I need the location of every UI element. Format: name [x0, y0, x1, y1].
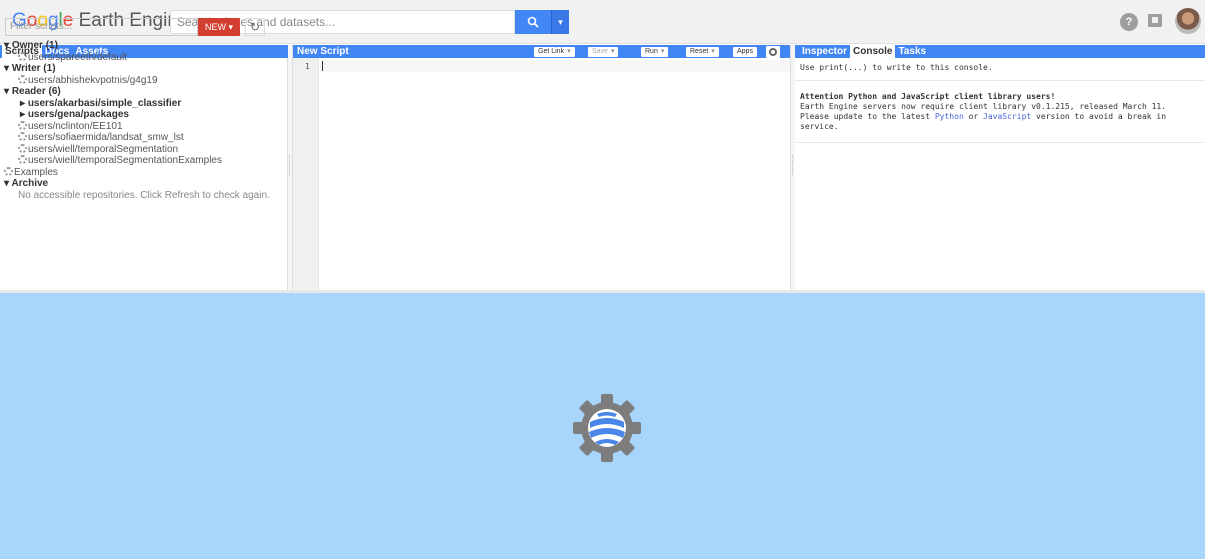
- button-label: Get Link: [538, 48, 565, 55]
- notice-line: Please update to the latest Python or Ja…: [800, 112, 1166, 122]
- button-label: Run: [645, 48, 658, 55]
- chevron-down-icon: ▾: [660, 48, 665, 55]
- tree-item[interactable]: users/wiell/temporalSegmentationExamples: [4, 155, 284, 167]
- reset-button[interactable]: Reset ▾: [686, 47, 719, 57]
- tree-item-label: users/spareeth/default: [28, 51, 127, 63]
- chevron-down-icon: ▾: [610, 48, 615, 55]
- script-title: New Script: [297, 46, 349, 57]
- notice-text: version to avoid a break in: [1031, 112, 1167, 121]
- text-cursor: [322, 61, 323, 71]
- tab-console[interactable]: Console: [850, 45, 896, 58]
- tree-item-label: users/akarbasi/simple_classifier: [27, 97, 182, 109]
- caret-right-icon: ▸: [20, 109, 28, 120]
- tree-group-examples[interactable]: Examples: [4, 166, 284, 179]
- chevron-down-icon: ▾: [567, 48, 571, 55]
- tree-item-label: users/nclinton/EE101: [28, 120, 123, 132]
- caret-right-icon: ▸: [20, 97, 28, 109]
- caret-down-icon: ▾: [4, 86, 12, 97]
- splitter-grip-icon: [792, 155, 794, 175]
- get-link-button[interactable]: Get Link ▾: [534, 47, 575, 57]
- tree-item-label: users/gena/packages: [27, 109, 129, 120]
- avatar[interactable]: [1175, 8, 1201, 34]
- notice-line: Earth Engine servers now require client …: [800, 102, 1167, 111]
- code-editor[interactable]: [293, 45, 790, 290]
- console-divider: [795, 142, 1205, 143]
- tree-group-owner[interactable]: ▾ Owner (1): [4, 40, 284, 52]
- run-button[interactable]: Run ▾: [641, 47, 669, 57]
- repo-icon: [18, 120, 27, 130]
- repo-icon: [18, 143, 27, 153]
- search-icon: [527, 16, 539, 28]
- tree-group-archive[interactable]: ▾ Archive: [4, 178, 284, 190]
- notice-line: service.: [800, 122, 839, 131]
- settings-button[interactable]: [766, 46, 780, 58]
- new-button-label: NEW: [204, 22, 226, 32]
- tree-group-label: Archive: [11, 178, 49, 189]
- repo-icon: [18, 155, 27, 164]
- tree-folder[interactable]: ▸ users/akarbasi/simple_classifier: [4, 98, 284, 110]
- tab-inspector[interactable]: Inspector: [799, 45, 850, 58]
- tree-group-label: Examples: [14, 166, 58, 178]
- notice-text: Please update to the latest: [800, 112, 935, 121]
- chevron-down-icon: ▾: [228, 22, 234, 32]
- tree-group-reader[interactable]: ▾ Reader (6): [4, 86, 284, 98]
- line-number: 1: [305, 62, 310, 71]
- chevron-down-icon: ▾: [711, 48, 715, 55]
- tree-item[interactable]: users/spareeth/default: [4, 51, 284, 64]
- tree-group-label: Reader (6): [11, 86, 61, 97]
- repo-icon: [18, 51, 27, 61]
- caret-down-icon: ▾: [4, 40, 12, 51]
- archive-message: No accessible repositories. Click Refres…: [18, 189, 270, 201]
- tree-group-label: Writer (1): [11, 63, 56, 74]
- apps-button[interactable]: Apps: [733, 47, 757, 57]
- tree-item-label: users/sofiaermida/landsat_smw_lst: [28, 132, 184, 143]
- right-panel-tabs: Inspector Console Tasks: [795, 45, 1205, 58]
- button-label: Apps: [737, 48, 753, 55]
- console-panel: [795, 45, 1205, 290]
- notice-text: or: [963, 112, 984, 121]
- tree-folder[interactable]: ▸ users/gena/packages: [4, 109, 284, 121]
- script-tree: ▾ Owner (1) users/spareeth/default ▾ Wri…: [4, 40, 284, 201]
- repo-icon: [18, 132, 27, 141]
- button-label: Save: [592, 48, 608, 55]
- help-icon[interactable]: ?: [1120, 13, 1138, 31]
- python-link[interactable]: Python: [935, 112, 964, 121]
- console-hint: Use print(...) to write to this console.: [800, 63, 993, 72]
- new-button[interactable]: NEW ▾: [198, 18, 240, 36]
- tab-tasks[interactable]: Tasks: [895, 45, 929, 58]
- filter-scripts-input[interactable]: Filter scripts...: [5, 18, 198, 36]
- repo-icon: [4, 166, 13, 176]
- line-gutter: [293, 58, 319, 290]
- javascript-link[interactable]: JavaScript: [983, 112, 1031, 121]
- button-label: Reset: [690, 48, 709, 55]
- splitter-grip-icon: [289, 155, 291, 175]
- repo-icon: [18, 74, 27, 84]
- tree-item-label: users/abhishekvpotnis/g4g19: [28, 74, 158, 86]
- tree-group-writer[interactable]: ▾ Writer (1): [4, 63, 284, 75]
- save-button[interactable]: Save ▾: [588, 47, 619, 57]
- feedback-icon[interactable]: [1148, 14, 1162, 27]
- tree-item[interactable]: users/wiell/temporalSegmentation: [4, 143, 284, 156]
- tree-item[interactable]: users/nclinton/EE101: [4, 120, 284, 133]
- tree-item-label: users/wiell/temporalSegmentationExamples: [28, 155, 222, 166]
- earth-engine-loading-icon: [573, 394, 641, 462]
- search-options-button[interactable]: ▾: [551, 10, 569, 34]
- tree-item[interactable]: users/abhishekvpotnis/g4g19: [4, 74, 284, 87]
- search-button[interactable]: [515, 10, 551, 34]
- refresh-button[interactable]: ↻: [245, 18, 265, 36]
- tree-group-label: Owner (1): [11, 40, 58, 51]
- tree-item-label: users/wiell/temporalSegmentation: [28, 143, 179, 155]
- console-divider: [795, 80, 1205, 81]
- active-line: [320, 60, 790, 72]
- caret-down-icon: ▾: [4, 63, 12, 74]
- notice-title: Attention Python and JavaScript client l…: [800, 92, 1056, 101]
- gear-icon: [769, 48, 777, 56]
- refresh-icon: ↻: [249, 20, 261, 34]
- tree-item[interactable]: users/sofiaermida/landsat_smw_lst: [4, 132, 284, 144]
